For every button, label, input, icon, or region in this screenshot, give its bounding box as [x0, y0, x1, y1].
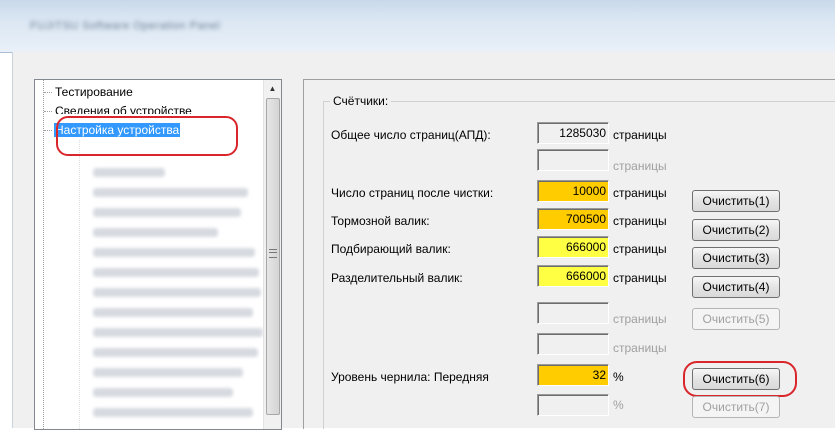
tree-item-label: Сведения об устройстве — [55, 104, 192, 114]
empty-ink-field — [537, 394, 609, 416]
tree-connector — [44, 111, 52, 112]
clear-button-5[interactable]: Очистить(5) — [692, 308, 780, 330]
unit-label: страницы — [613, 128, 667, 142]
unit-label: страницы — [613, 186, 667, 200]
window-title: FUJITSU Software Operation Panel — [30, 20, 221, 32]
tree-scrollbar[interactable]: ▲ — [263, 80, 281, 429]
ink-level-front-field: 32 — [537, 364, 609, 386]
blurred-tree-item — [93, 168, 165, 177]
separator-roller-label: Разделительный валик: — [331, 271, 463, 285]
blurred-tree-item — [93, 368, 243, 377]
tree-connector — [43, 80, 44, 429]
total-pages-field: 1285030 — [537, 122, 609, 144]
separator-roller-field: 666000 — [537, 265, 609, 287]
percent-unit-label: % — [613, 370, 624, 384]
pick-roller-field: 666000 — [537, 236, 609, 258]
clear-button-1[interactable]: Очистить(1) — [692, 190, 780, 212]
tree-connector — [44, 92, 52, 93]
empty-counter-field — [537, 302, 609, 324]
counters-group-label: Счётчики: — [330, 94, 392, 108]
annotation-oval — [683, 361, 797, 397]
clear-button-7[interactable]: Очистить(7) — [692, 396, 780, 418]
unit-label: страницы — [613, 242, 667, 256]
scroll-thumb[interactable] — [266, 98, 280, 415]
scroll-up-arrow-icon[interactable]: ▲ — [264, 80, 281, 97]
annotation-oval — [56, 116, 238, 156]
blurred-tree-item — [93, 388, 233, 397]
pages-since-cleaning-label: Число страниц после чистки: — [331, 186, 494, 200]
empty-counter-field — [537, 333, 609, 355]
tree-connector — [79, 140, 80, 429]
blurred-tree-item — [93, 248, 255, 257]
clear-button-3[interactable]: Очистить(3) — [692, 247, 780, 269]
grip-icon — [269, 249, 277, 258]
percent-unit-label: % — [613, 398, 624, 412]
blurred-tree-item — [93, 208, 241, 217]
tree-item-testing[interactable]: Тестирование — [55, 84, 133, 100]
blurred-tree-item — [93, 268, 259, 277]
tree-item-label: Тестирование — [55, 85, 133, 99]
empty-counter-field — [537, 149, 609, 171]
unit-label: страницы — [613, 341, 667, 355]
unit-label: страницы — [613, 214, 667, 228]
unit-label: страницы — [613, 312, 667, 326]
blurred-tree-item — [93, 228, 218, 237]
blurred-tree-item — [93, 288, 261, 297]
brake-roller-label: Тормозной валик: — [331, 214, 430, 228]
unit-label: страницы — [613, 271, 667, 285]
total-pages-label: Общее число страниц(АПД): — [331, 128, 491, 142]
clear-button-4[interactable]: Очистить(4) — [692, 276, 780, 298]
ink-level-front-label: Уровень чернила: Передняя — [331, 370, 489, 384]
blurred-tree-item — [93, 308, 253, 317]
clear-button-2[interactable]: Очистить(2) — [692, 219, 780, 241]
blurred-tree-item — [93, 328, 263, 337]
pages-since-cleaning-field: 10000 — [537, 180, 609, 202]
brake-roller-field: 700500 — [537, 208, 609, 230]
blurred-tree-item — [93, 348, 258, 357]
window-title-bar: FUJITSU Software Operation Panel — [0, 0, 835, 53]
pick-roller-label: Подбирающий валик: — [331, 242, 451, 256]
blurred-tree-item — [93, 188, 248, 197]
blurred-tree-item — [93, 408, 253, 417]
tree-item-device-info[interactable]: Сведения об устройстве — [55, 103, 192, 114]
unit-label: страницы — [613, 159, 667, 173]
tree-connector — [44, 130, 52, 131]
